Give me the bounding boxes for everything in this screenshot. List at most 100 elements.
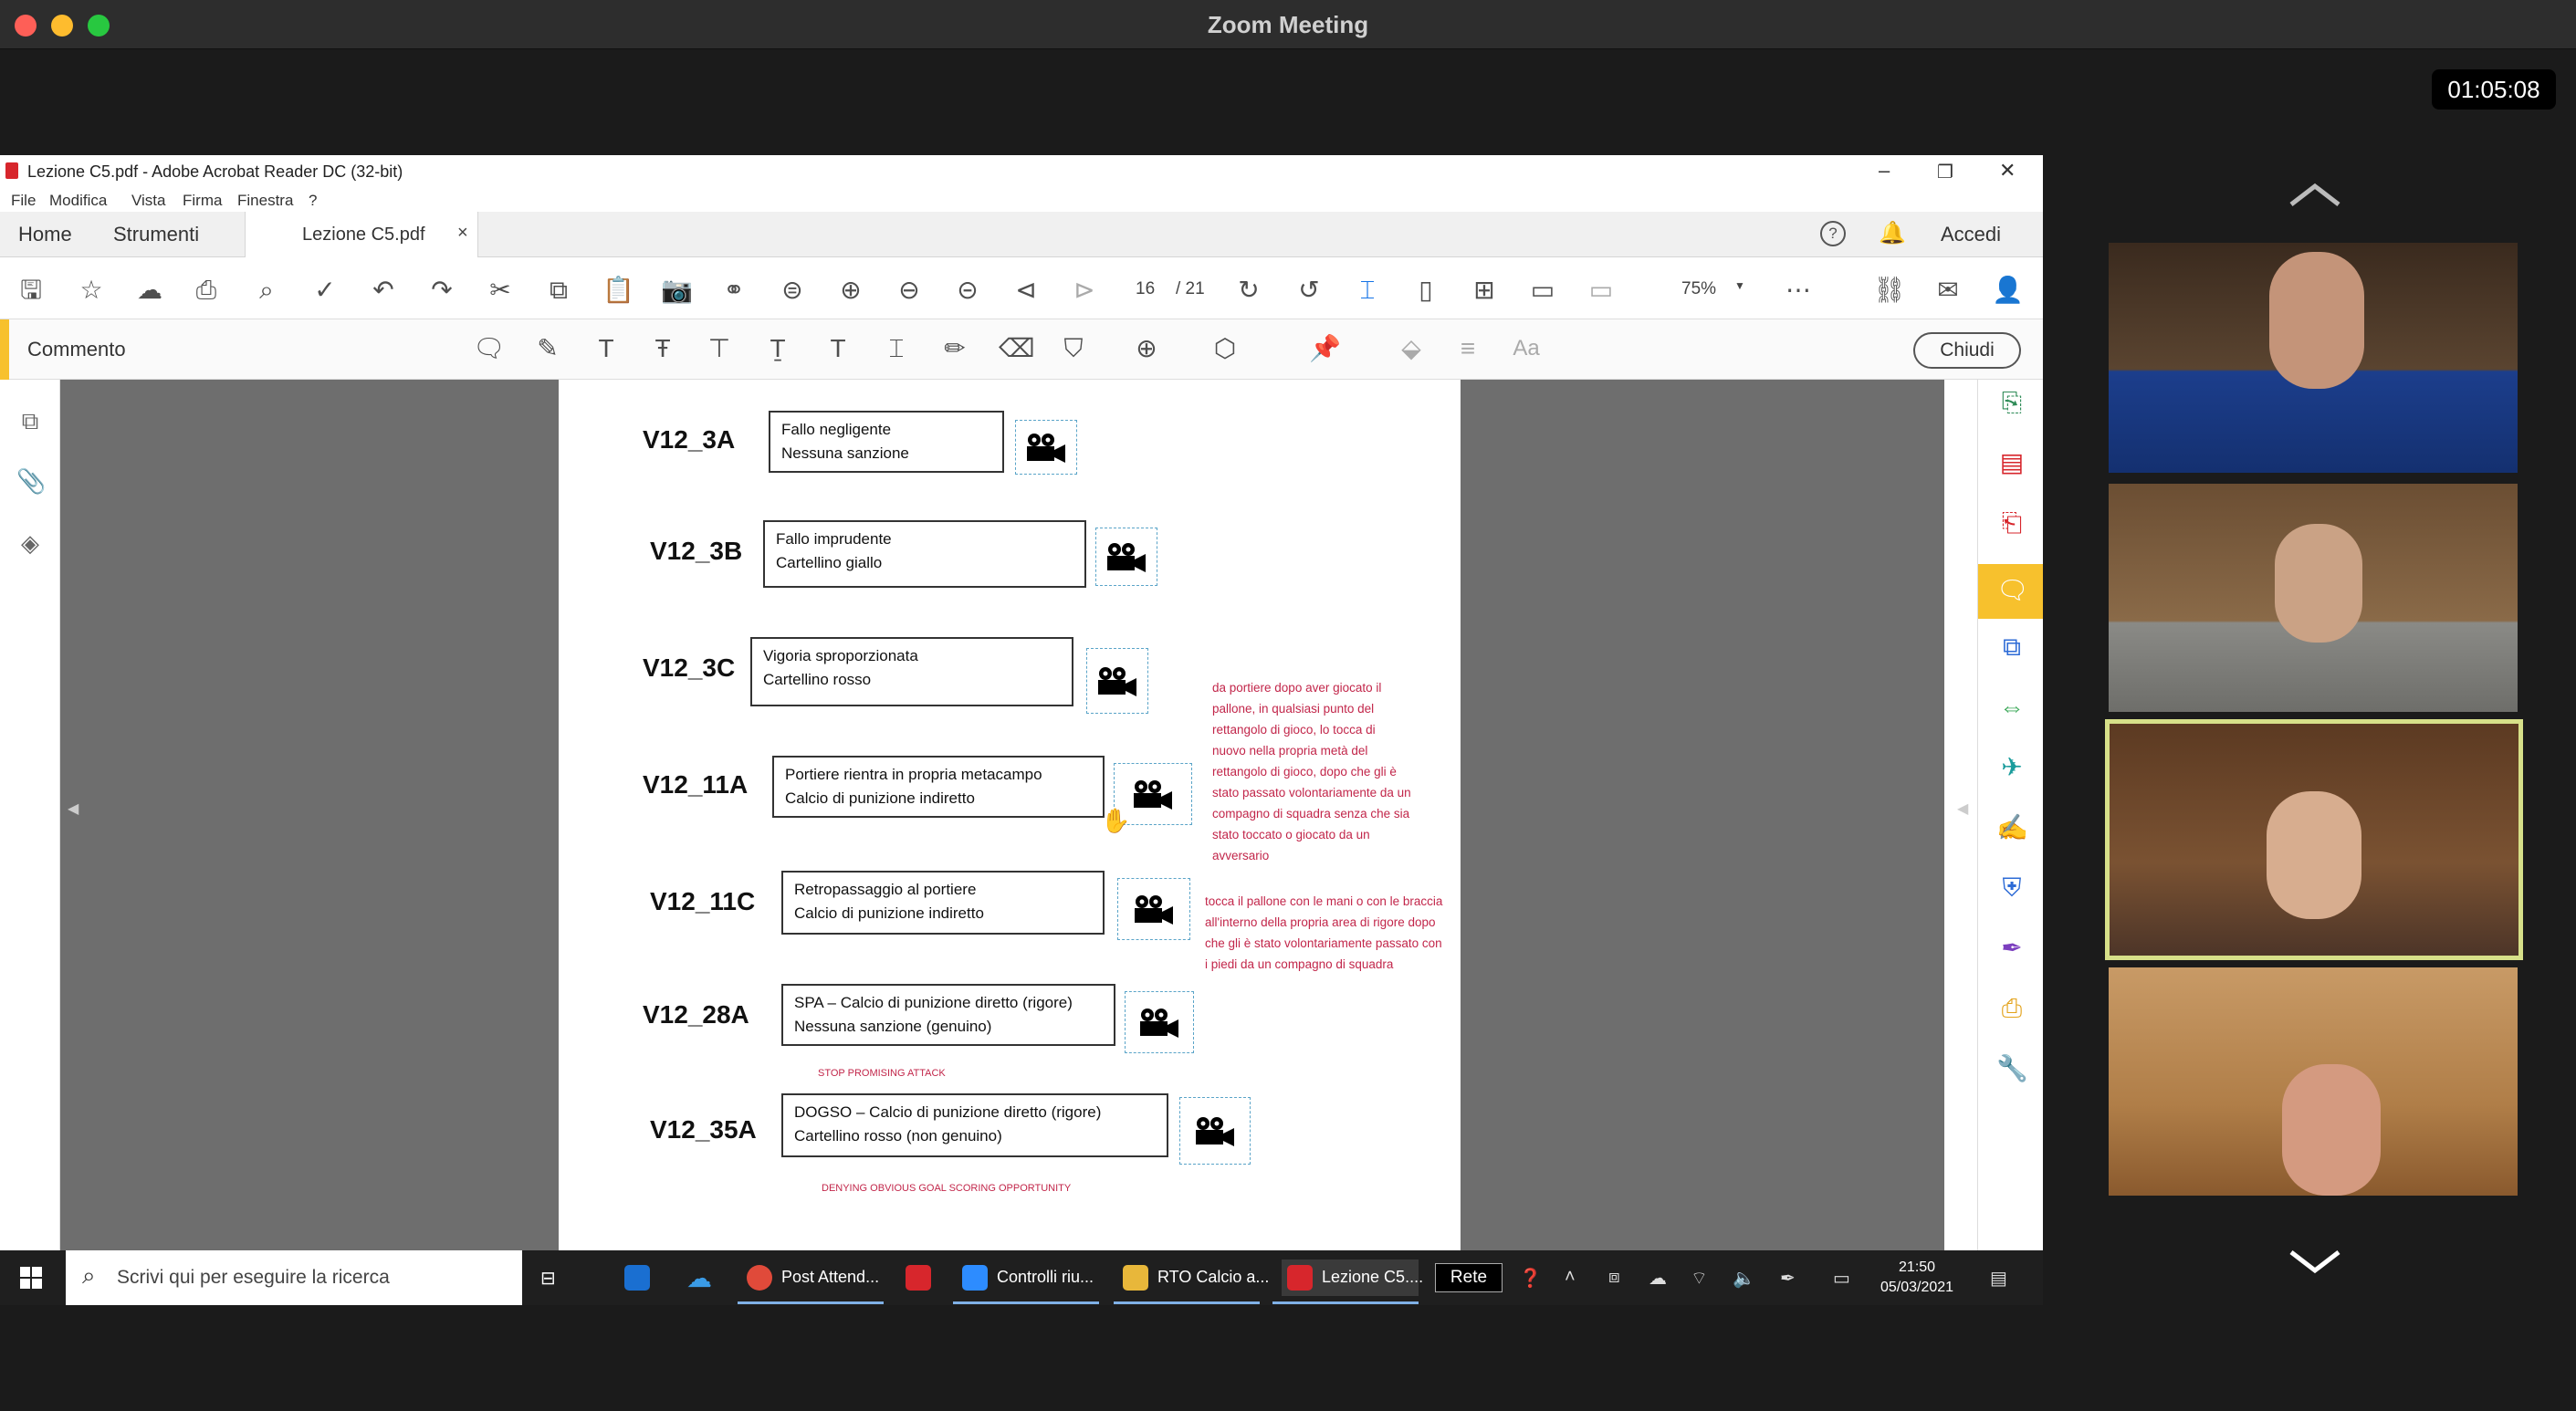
tray-chevron-icon[interactable]: ˄ bbox=[1565, 1267, 1576, 1288]
text-icon[interactable]: T bbox=[823, 334, 853, 363]
share-icon[interactable]: ⎙ bbox=[1996, 993, 2027, 1024]
layers-icon[interactable]: ◈ bbox=[16, 529, 44, 557]
participant-video-4[interactable] bbox=[2109, 967, 2518, 1196]
send-icon[interactable]: ✈ bbox=[1996, 752, 2027, 783]
scissors-icon[interactable]: ✂ bbox=[486, 276, 515, 305]
taskbar-app-acrobat[interactable] bbox=[906, 1259, 942, 1296]
windows-start-icon[interactable] bbox=[20, 1267, 42, 1289]
taskbar-clock[interactable]: 21:50 05/03/2021 bbox=[1880, 1258, 1953, 1298]
scroll-down-icon[interactable]: ⊝ bbox=[953, 276, 982, 305]
taskbar-app-zoom[interactable]: Controlli riu... bbox=[953, 1259, 1099, 1304]
next-page-icon[interactable]: ⊖ bbox=[895, 276, 924, 305]
onedrive-app[interactable]: ☁ bbox=[686, 1259, 723, 1296]
textbox-icon[interactable]: ⌶ bbox=[882, 334, 911, 363]
highlight-icon[interactable]: ✎ bbox=[533, 334, 562, 363]
tab-document[interactable]: Lezione C5.pdf × bbox=[245, 212, 478, 257]
volume-icon[interactable]: 🔈 bbox=[1733, 1267, 1755, 1290]
taskbar-app-folder[interactable]: RTO Calcio a... bbox=[1114, 1259, 1269, 1304]
signin-link[interactable]: Accedi bbox=[1941, 223, 2001, 246]
protect-icon[interactable]: ⛨ bbox=[1996, 873, 2027, 904]
paste-icon[interactable]: 📋 bbox=[602, 276, 634, 305]
pin-icon[interactable]: 📌 bbox=[1309, 334, 1341, 363]
copy-icon[interactable]: ⧉ bbox=[544, 276, 573, 305]
sticky-note-icon[interactable]: 🗨 bbox=[473, 334, 506, 363]
rotate-cw-icon[interactable]: ↻ bbox=[1234, 276, 1263, 305]
menu-vista[interactable]: Vista bbox=[131, 192, 166, 210]
taskbar-app-pdf[interactable]: Lezione C5.... bbox=[1272, 1259, 1423, 1304]
onedrive-tray-icon[interactable]: ☁ bbox=[1649, 1267, 1667, 1290]
video-camera-icon[interactable] bbox=[1095, 528, 1157, 586]
add-user-icon[interactable]: 👤 bbox=[1992, 276, 2024, 305]
participant-video-3-active[interactable] bbox=[2105, 719, 2523, 960]
help-tray-icon[interactable]: ❓ bbox=[1519, 1267, 1542, 1290]
link-icon[interactable]: ⛓ bbox=[1873, 276, 1906, 305]
taskbar-app-chrome[interactable]: Post Attend... bbox=[738, 1259, 884, 1304]
binoculars-icon[interactable]: ⚭ bbox=[719, 276, 749, 305]
menu-firma[interactable]: Firma bbox=[183, 192, 222, 210]
scroll-up-icon[interactable]: ⊜ bbox=[778, 276, 807, 305]
display-icon[interactable]: ▭ bbox=[1833, 1267, 1850, 1290]
replace-text-icon[interactable]: ⊤ bbox=[705, 334, 734, 363]
eraser-icon[interactable]: ⌫ bbox=[999, 334, 1035, 363]
menu-modifica[interactable]: Modifica bbox=[49, 192, 107, 210]
more-icon[interactable]: ⋯ bbox=[1784, 276, 1813, 305]
outlook-app[interactable] bbox=[624, 1259, 661, 1296]
menu-help[interactable]: ? bbox=[309, 192, 317, 210]
forward-icon[interactable]: ⊳ bbox=[1070, 276, 1099, 305]
snapshot-icon[interactable]: 📷 bbox=[661, 276, 693, 305]
restore-icon[interactable]: ❐ bbox=[1937, 161, 1953, 183]
back-icon[interactable]: ⊲ bbox=[1011, 276, 1041, 305]
presentation-icon[interactable]: ▭ bbox=[1586, 276, 1616, 305]
prev-page-icon[interactable]: ⊕ bbox=[836, 276, 865, 305]
shapes-icon[interactable]: ⬡ bbox=[1210, 334, 1240, 363]
undo-icon[interactable]: ↶ bbox=[369, 276, 398, 305]
attachment-icon[interactable]: 📎 bbox=[16, 467, 46, 495]
close-comment-button[interactable]: Chiudi bbox=[1913, 332, 2021, 369]
teams-tray-icon[interactable]: ⧈ bbox=[1608, 1267, 1620, 1288]
pen-icon[interactable]: ✒ bbox=[1780, 1267, 1796, 1290]
export-pdf-icon[interactable]: ⎗ bbox=[1996, 507, 2027, 538]
font-size-icon[interactable]: Aa bbox=[1512, 334, 1541, 363]
network-label[interactable]: Rete bbox=[1435, 1263, 1503, 1292]
video-camera-icon[interactable] bbox=[1015, 420, 1077, 475]
participant-video-2[interactable] bbox=[2109, 484, 2518, 712]
compress-icon[interactable]: ⇔ bbox=[1996, 692, 2027, 723]
pencil-icon[interactable]: ✏ bbox=[940, 334, 969, 363]
organize-pages-icon[interactable]: ▤ bbox=[1996, 447, 2027, 478]
menu-file[interactable]: File bbox=[11, 192, 36, 210]
create-pdf-icon[interactable]: ⎘ bbox=[1996, 387, 2027, 418]
close-icon[interactable]: ✕ bbox=[1999, 159, 2016, 183]
video-camera-icon[interactable] bbox=[1179, 1097, 1251, 1165]
cloud-upload-icon[interactable]: ☁ bbox=[135, 276, 164, 305]
menu-finestra[interactable]: Finestra bbox=[237, 192, 293, 210]
sign-icon[interactable]: ✒ bbox=[1996, 933, 2027, 964]
printer-icon[interactable]: ⎙ bbox=[192, 276, 221, 305]
tab-home[interactable]: Home bbox=[18, 223, 72, 246]
select-tool-icon[interactable]: ⌶ bbox=[1353, 276, 1382, 305]
combine-icon[interactable]: ⧉ bbox=[1996, 632, 2027, 663]
line-weight-icon[interactable]: ≡ bbox=[1453, 334, 1482, 363]
insert-text-icon[interactable]: Ṯ bbox=[763, 334, 792, 363]
wrench-icon[interactable]: 🔧 bbox=[1996, 1053, 2028, 1084]
scroll-down-chevron-icon[interactable] bbox=[2288, 1249, 2342, 1276]
taskbar-search[interactable]: ⌕ Scrivi qui per eseguire la ricerca bbox=[66, 1250, 522, 1305]
pages-icon[interactable]: ⧉ bbox=[16, 407, 44, 434]
redo-icon[interactable]: ↷ bbox=[427, 276, 456, 305]
fill-sign-icon[interactable]: ✍ bbox=[1996, 812, 2028, 843]
video-camera-icon[interactable] bbox=[1086, 648, 1148, 714]
single-page-icon[interactable]: ▯ bbox=[1411, 276, 1440, 305]
attach-icon[interactable]: ⊕ bbox=[1132, 334, 1161, 363]
stamp-icon[interactable]: ⛉ bbox=[1059, 334, 1088, 363]
minimize-icon[interactable]: – bbox=[1879, 159, 1890, 183]
notifications-icon[interactable]: ▤ bbox=[1990, 1267, 2007, 1290]
strikethrough-icon[interactable]: Ŧ bbox=[648, 334, 677, 363]
wifi-icon[interactable]: ⌔ bbox=[1691, 1267, 1708, 1290]
two-page-icon[interactable]: ▭ bbox=[1528, 276, 1557, 305]
video-camera-icon[interactable] bbox=[1125, 991, 1194, 1053]
task-view-icon[interactable]: ⊟ bbox=[540, 1267, 556, 1290]
search-icon[interactable]: ⌕ bbox=[252, 276, 281, 305]
tab-close-icon[interactable]: × bbox=[457, 223, 468, 244]
collapse-right-icon[interactable]: ◀ bbox=[1957, 800, 1968, 818]
video-camera-icon[interactable] bbox=[1117, 878, 1190, 940]
help-icon[interactable]: ? bbox=[1820, 221, 1846, 246]
